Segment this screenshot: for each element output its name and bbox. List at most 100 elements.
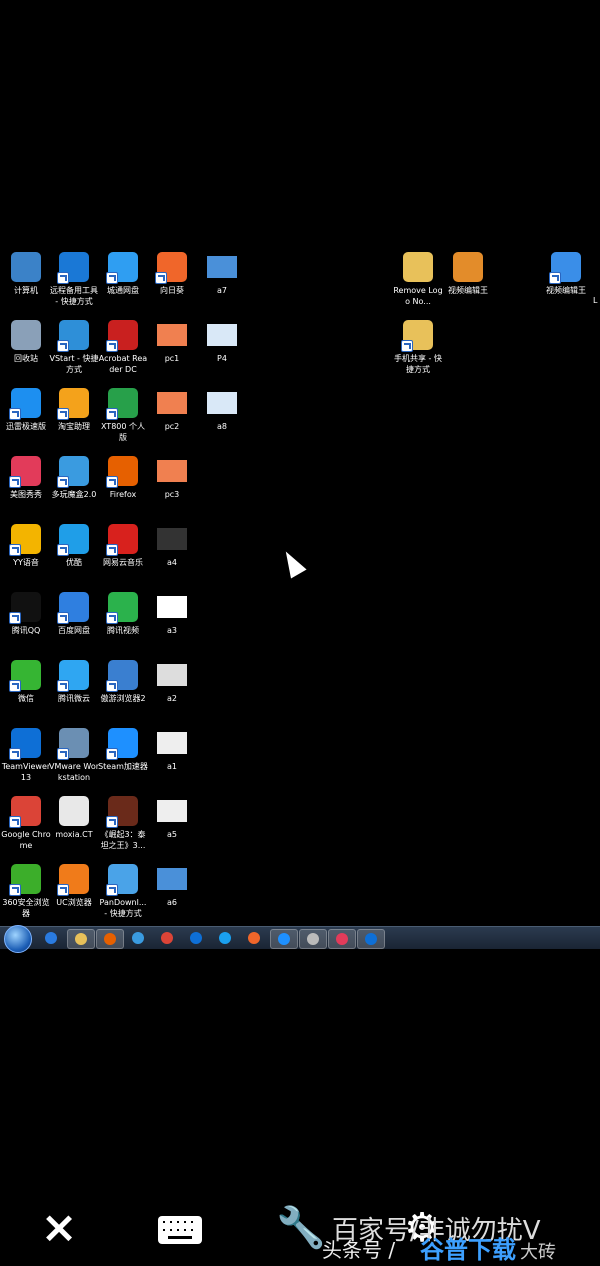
teamviewer-taskbar-icon[interactable] <box>183 929 209 947</box>
desktop-icon[interactable]: 网易云音乐 <box>97 524 149 568</box>
uc-browser-icon <box>57 864 89 896</box>
app-taskbar-icon[interactable] <box>299 929 327 949</box>
desktop-icon[interactable]: 微信 <box>0 660 52 704</box>
desktop-icon[interactable]: P4 <box>196 320 248 364</box>
desktop-icon[interactable]: 腾讯视频 <box>97 592 149 636</box>
desktop-icon[interactable]: pc1 <box>146 320 198 364</box>
xt800-icon <box>106 388 138 420</box>
baidu-netdisk-icon <box>57 592 89 624</box>
desktop-icon[interactable]: 优酷 <box>48 524 100 568</box>
media-taskbar-icon[interactable] <box>270 929 298 949</box>
desktop-icon[interactable]: PanDownl... - 快捷方式 <box>97 864 149 919</box>
close-icon[interactable]: × <box>36 1206 82 1250</box>
shortcut-arrow-icon <box>106 476 118 488</box>
teamviewer2-taskbar-icon[interactable] <box>357 929 385 949</box>
desktop-icon[interactable]: 视频编辑王 <box>540 252 592 296</box>
desktop-icon[interactable]: 腾讯QQ <box>0 592 52 636</box>
desktop-icon-label: a2 <box>167 694 177 703</box>
desktop-icon[interactable]: 城通网盘 <box>97 252 149 296</box>
netease-music-icon <box>106 524 138 556</box>
desktop-icon[interactable]: a5 <box>146 796 198 840</box>
acrobat-icon <box>106 320 138 352</box>
image-thumb-icon <box>207 324 237 346</box>
desktop-icon[interactable]: 腾讯微云 <box>48 660 100 704</box>
desktop-icon-label: a3 <box>167 626 177 635</box>
folder-icon <box>401 320 433 352</box>
desktop-icon[interactable]: Firefox <box>97 456 149 500</box>
desktop-icon[interactable]: 迅雷极速版 <box>0 388 52 432</box>
sunflower-taskbar-icon[interactable] <box>241 929 267 947</box>
desktop-icon-label: pc3 <box>164 490 180 499</box>
desktop-icon[interactable]: 美图秀秀 <box>0 456 52 500</box>
shortcut-arrow-icon <box>57 612 69 624</box>
desktop-icon-label: a5 <box>167 830 177 839</box>
desktop-icon[interactable]: moxia.CT <box>48 796 100 840</box>
desktop-icon[interactable]: Google Chrome <box>0 796 52 851</box>
desktop-icon[interactable]: 远程备用工具 - 快捷方式 <box>48 252 100 307</box>
desktop-icon[interactable]: pc3 <box>146 456 198 500</box>
image-thumb-icon <box>157 800 187 822</box>
watermark-suffix: 大砖 <box>520 1242 556 1263</box>
desktop-icon[interactable]: a6 <box>146 864 198 908</box>
desktop-icon[interactable]: 傲游浏览器2 <box>97 660 149 704</box>
firefox-taskbar-icon[interactable] <box>96 929 124 949</box>
qq-taskbar-icon[interactable] <box>212 929 238 947</box>
video-editor-icon <box>549 252 581 284</box>
desktop-icon-label: 视频编辑王 <box>448 286 488 295</box>
desktop-icon[interactable]: 多玩魔盒2.0 <box>48 456 100 500</box>
desktop-icon-label: 手机共享 - 快捷方式 <box>394 354 442 374</box>
desktop-icon[interactable]: VStart - 快捷方式 <box>48 320 100 375</box>
desktop-icon[interactable]: a1 <box>146 728 198 772</box>
shortcut-arrow-icon <box>57 272 69 284</box>
desktop-icon[interactable]: TeamViewer 13 <box>0 728 52 783</box>
desktop-icon-label: pc1 <box>164 354 180 363</box>
desktop-icon[interactable]: a8 <box>196 388 248 432</box>
start-button[interactable] <box>4 925 32 953</box>
teamviewer-icon <box>57 252 89 284</box>
desktop-icon[interactable]: 360安全浏览器 <box>0 864 52 919</box>
meitu-taskbar-icon[interactable] <box>328 929 356 949</box>
shortcut-arrow-icon <box>106 884 118 896</box>
desktop-icon[interactable]: YY语音 <box>0 524 52 568</box>
wrench-icon[interactable]: 🔧 <box>276 1206 326 1250</box>
desktop-icon[interactable]: a3 <box>146 592 198 636</box>
desktop-icon[interactable]: 淘宝助理 <box>48 388 100 432</box>
desktop-icon[interactable]: 百度网盘 <box>48 592 100 636</box>
desktop-icon-label: YY语音 <box>13 558 39 567</box>
shortcut-arrow-icon <box>106 816 118 828</box>
desktop-icon[interactable]: pc2 <box>146 388 198 432</box>
desktop-icon-label: UC浏览器 <box>56 898 92 907</box>
shortcut-arrow-icon <box>106 408 118 420</box>
desktop-icon[interactable]: 手机共享 - 快捷方式 <box>392 320 444 375</box>
desktop-icon-label: 腾讯QQ <box>11 626 41 635</box>
desktop-icon-label: a8 <box>217 422 227 431</box>
explorer-taskbar-icon[interactable] <box>67 929 95 949</box>
desktop-icon[interactable]: UC浏览器 <box>48 864 100 908</box>
duowan-taskbar-icon[interactable] <box>125 929 151 947</box>
desktop-icon[interactable]: Steam加速器 <box>97 728 149 772</box>
keyboard-icon[interactable] <box>158 1216 202 1244</box>
desktop-icon[interactable]: 向日葵 <box>146 252 198 296</box>
desktop-icon[interactable]: 视频编辑王 <box>442 252 494 296</box>
desktop-icon-label: PanDownl... - 快捷方式 <box>99 898 147 918</box>
desktop-icon-label: 回收站 <box>14 354 38 363</box>
youku-icon <box>57 524 89 556</box>
desktop-icon-label: a4 <box>167 558 177 567</box>
desktop-icon[interactable]: XT800 个人版 <box>97 388 149 443</box>
desktop-icon[interactable]: 《崛起3：泰坦之王》3... <box>97 796 149 851</box>
desktop: 计算机回收站迅雷极速版美图秀秀 YY语音腾讯QQ 微信 TeamViewer 13 Go… <box>0 240 600 930</box>
desktop-icon[interactable]: Remove Logo No... <box>392 252 444 307</box>
image-thumb-icon <box>157 460 187 482</box>
ie-taskbar-icon[interactable] <box>38 929 64 947</box>
desktop-icon[interactable]: a4 <box>146 524 198 568</box>
chrome-taskbar-icon[interactable] <box>154 929 180 947</box>
desktop-icon[interactable]: 计算机 <box>0 252 52 296</box>
desktop-icon[interactable]: a7 <box>196 252 248 296</box>
desktop-icon[interactable]: 回收站 <box>0 320 52 364</box>
desktop-icon[interactable]: Acrobat Reader DC <box>97 320 149 375</box>
desktop-icon[interactable]: VMware Workstation <box>48 728 100 783</box>
shortcut-arrow-icon <box>57 476 69 488</box>
desktop-icon[interactable]: a2 <box>146 660 198 704</box>
shortcut-arrow-icon <box>155 272 167 284</box>
weiyun-icon <box>57 660 89 692</box>
